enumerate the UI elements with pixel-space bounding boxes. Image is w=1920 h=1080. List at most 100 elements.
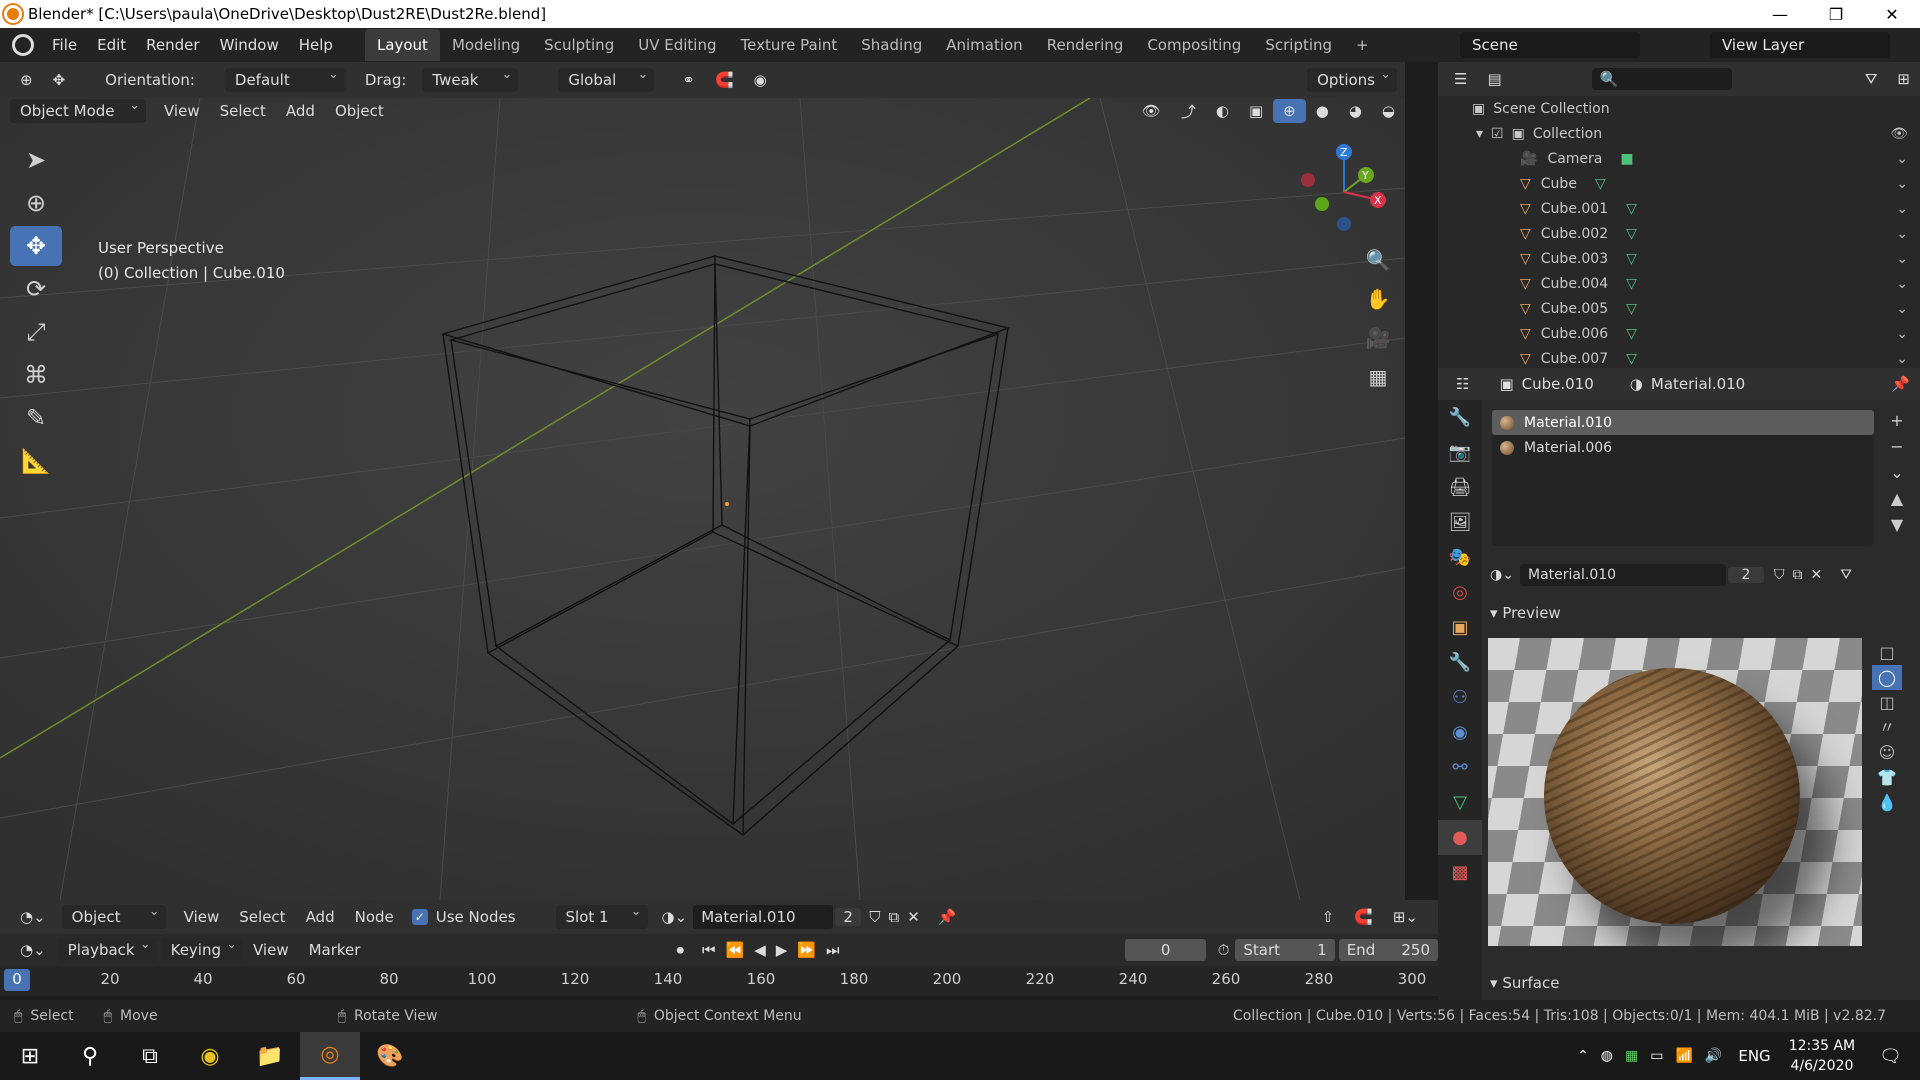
cursor-tool-icon[interactable]: ⊕ [10, 183, 62, 223]
task-view-icon[interactable]: ⧉ [120, 1032, 180, 1080]
user-count[interactable]: 2 [1728, 567, 1764, 583]
constraints-tab-icon[interactable]: ⚯ [1438, 750, 1482, 785]
cube-preview-icon[interactable]: ◫ [1872, 690, 1902, 715]
node-menu-node[interactable]: Node [345, 905, 404, 929]
annotate-tool-icon[interactable]: ✎ [10, 398, 62, 438]
hidden-eye-icon[interactable]: ⌄ [1896, 226, 1908, 242]
start-frame-field[interactable]: Start 1 [1235, 939, 1335, 961]
drag-dropdown[interactable]: Tweak [422, 67, 519, 92]
outliner-editor-type-icon[interactable]: ☰ [1444, 67, 1477, 91]
scene-tab-icon[interactable]: 🎭 [1438, 540, 1482, 575]
solid-shading-icon[interactable]: ● [1306, 99, 1339, 123]
use-nodes-checkbox[interactable]: ✓ [411, 909, 428, 925]
steam-tray-icon[interactable]: ◍ [1601, 1048, 1613, 1064]
outliner-item[interactable]: ▽ Cube.002 ▽ ⌄ [1438, 221, 1920, 246]
sphere-preview-icon[interactable]: ◯ [1872, 665, 1902, 690]
select-tool-icon[interactable]: ➤ [10, 140, 62, 180]
outliner-item[interactable]: ▽ Cube.004 ▽ ⌄ [1438, 271, 1920, 296]
rotate-tool-icon[interactable]: ⟳ [10, 269, 62, 309]
node-user-count[interactable]: 2 [835, 908, 862, 926]
visibility-icon[interactable]: 👁 [1132, 99, 1171, 123]
filter-icon[interactable]: ⛛ [1855, 67, 1888, 91]
tab-animation[interactable]: Animation [934, 29, 1034, 61]
scale-tool-icon[interactable]: ⤢ [10, 312, 62, 352]
pan-hand-icon[interactable]: ✋ [1360, 281, 1396, 317]
zoom-icon[interactable]: 🔍 [1360, 242, 1396, 278]
object-mode-dropdown[interactable]: Object Mode [10, 98, 146, 123]
properties-editor-type-icon[interactable]: ☷ [1446, 372, 1479, 396]
monkey-preview-icon[interactable]: ☺ [1872, 740, 1902, 765]
fake-user-icon[interactable]: ⛉ [1774, 567, 1785, 583]
pin-icon[interactable]: 📌 [1881, 372, 1920, 396]
hair-preview-icon[interactable]: 〃 [1872, 715, 1902, 740]
material-shading-icon[interactable]: ◕ [1339, 99, 1372, 123]
data-tab-icon[interactable]: ▽ [1438, 785, 1482, 820]
move-slot-up-button[interactable]: ▲ [1884, 486, 1910, 512]
menu-file[interactable]: File [42, 36, 87, 54]
collection-row[interactable]: ▾ ☑ ▣ Collection 👁 [1438, 121, 1920, 146]
shader-type-dropdown[interactable]: Object [61, 904, 166, 929]
plane-preview-icon[interactable]: □ [1872, 640, 1902, 665]
list-item[interactable]: Material.010 [1492, 410, 1874, 435]
fake-user-icon[interactable]: ⛉ [869, 908, 880, 926]
node-menu-add[interactable]: Add [296, 905, 345, 929]
parent-node-tree-icon[interactable]: ⇧ [1312, 905, 1345, 929]
timeline-ruler[interactable]: 0 20 40 60 80 100 120 140 160 180 200 22… [0, 966, 1438, 996]
outliner-search-input[interactable]: 🔍 [1591, 68, 1732, 90]
scene-selector[interactable]: Scene [1460, 32, 1640, 58]
stopwatch-icon[interactable]: ⏱ [1218, 941, 1230, 959]
slot-dropdown[interactable]: Slot 1 [555, 904, 648, 929]
render-tab-icon[interactable]: 📷 [1438, 435, 1482, 470]
jump-keyframe-back-icon[interactable]: ⏪ [726, 941, 745, 959]
measure-tool-icon[interactable]: 📐 [10, 441, 62, 481]
blender-taskbar-icon[interactable]: ◎ [300, 1032, 360, 1080]
snap-icon[interactable]: 🧲 [1344, 905, 1383, 929]
material-tab-icon[interactable]: ● [1438, 820, 1482, 855]
outliner-item[interactable]: ▽ Cube.001 ▽ ⌄ [1438, 196, 1920, 221]
timeline-menu-view[interactable]: View [243, 938, 299, 962]
record-button[interactable]: ⏺ [676, 941, 684, 959]
blender-logo-icon[interactable] [12, 34, 34, 56]
jump-end-icon[interactable]: ⏭ [826, 941, 840, 959]
tab-layout[interactable]: Layout [364, 29, 440, 61]
timeline-menu-marker[interactable]: Marker [299, 938, 371, 962]
move-tool-button[interactable]: ✥ [10, 226, 62, 266]
menu-edit[interactable]: Edit [87, 36, 136, 54]
material-name-field[interactable]: Material.010 [1520, 564, 1726, 586]
wireframe-shading-icon[interactable]: ⊕ [1273, 99, 1306, 123]
object-tab-icon[interactable]: ▣ [1438, 610, 1482, 645]
app-tray-icon[interactable]: ▦ [1625, 1048, 1638, 1064]
transform-tool-icon[interactable]: ⌘ [10, 355, 62, 395]
tray-chevron-icon[interactable]: ⌃ [1577, 1048, 1589, 1064]
hidden-eye-icon[interactable]: ⌄ [1896, 251, 1908, 267]
gizmo-toggle-icon[interactable]: ⤴ [1171, 98, 1206, 125]
options-dropdown[interactable]: Options [1307, 67, 1397, 92]
add-workspace-button[interactable]: + [1344, 29, 1381, 61]
end-frame-field[interactable]: End 250 [1338, 939, 1438, 961]
pin-icon[interactable]: 📌 [938, 908, 957, 926]
windows-start-icon[interactable]: ⊞ [0, 1032, 60, 1080]
snap-element-icon[interactable]: ⊞⌄ [1383, 905, 1428, 929]
viewport-menu-object[interactable]: Object [325, 99, 394, 123]
node-menu-view[interactable]: View [174, 905, 230, 929]
unlink-icon[interactable]: ✕ [1811, 567, 1823, 583]
outliner-item[interactable]: ▽ Cube.006 ▽ ⌄ [1438, 321, 1920, 346]
particles-tab-icon[interactable]: ⚇ [1438, 680, 1482, 715]
battery-icon[interactable]: ▭ [1650, 1048, 1663, 1064]
collection-checkbox[interactable]: ☑ [1491, 126, 1504, 142]
node-menu-select[interactable]: Select [229, 905, 295, 929]
hidden-eye-icon[interactable]: ⌄ [1896, 326, 1908, 342]
hidden-eye-icon[interactable]: ⌄ [1896, 351, 1908, 367]
tab-scripting[interactable]: Scripting [1253, 29, 1344, 61]
navigation-gizmo[interactable]: Z Y X [1290, 140, 1405, 240]
transform-orientation-dropdown[interactable]: Global [558, 67, 655, 92]
jump-keyframe-forward-icon[interactable]: ⏩ [797, 941, 816, 959]
output-tab-icon[interactable]: 🖨 [1438, 470, 1482, 505]
minimize-button[interactable]: — [1752, 5, 1808, 24]
viewport-menu-add[interactable]: Add [276, 99, 325, 123]
modifier-tab-icon[interactable]: 🔧 [1438, 645, 1482, 680]
outliner-item[interactable]: ▽ Cube ▽ ⌄ [1438, 171, 1920, 196]
menu-help[interactable]: Help [289, 36, 343, 54]
search-icon[interactable]: ⚲ [60, 1032, 120, 1080]
timeline-editor-type-icon[interactable]: ◔⌄ [10, 938, 56, 962]
